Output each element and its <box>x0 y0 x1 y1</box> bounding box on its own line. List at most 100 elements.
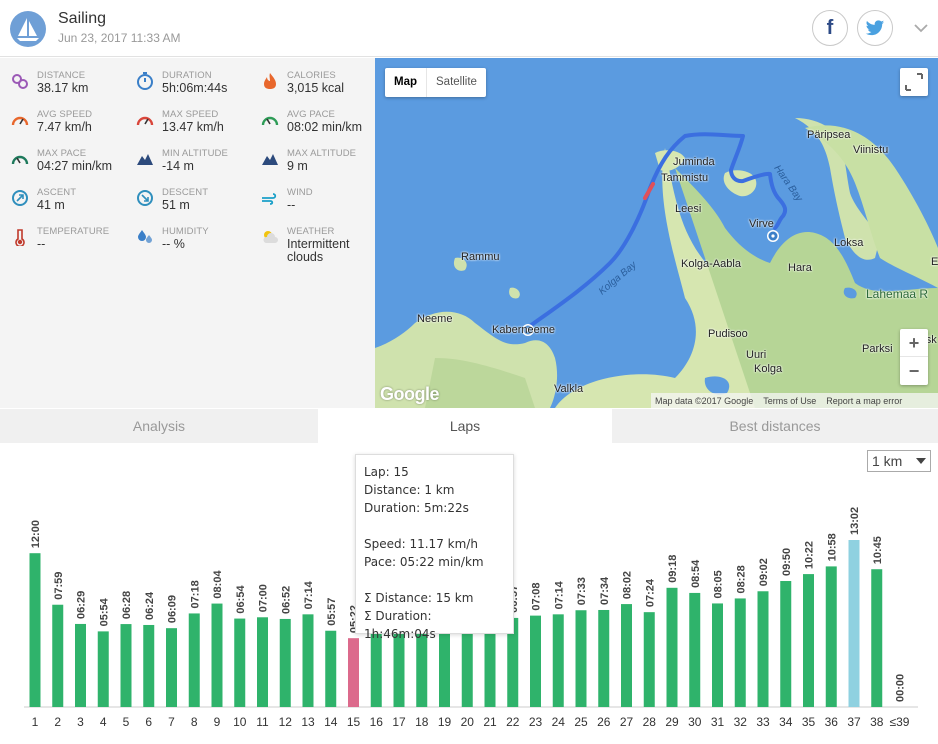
lap-bar[interactable] <box>234 618 246 707</box>
fullscreen-button[interactable] <box>900 68 928 96</box>
lap-bar[interactable] <box>143 624 155 707</box>
lap-bar[interactable] <box>348 638 359 707</box>
stat-distance: DISTANCE 38.17 km <box>0 70 125 109</box>
facebook-share-button[interactable]: f <box>812 10 848 46</box>
end-marker[interactable] <box>767 230 779 242</box>
lap-bar[interactable] <box>689 592 701 707</box>
twitter-share-button[interactable] <box>857 10 893 46</box>
lap-bar[interactable] <box>552 614 564 707</box>
lap-tick-label: 30 <box>688 715 702 729</box>
lap-bar[interactable] <box>97 631 109 707</box>
lap-bar-label: 07:14 <box>553 580 565 609</box>
lap-bar[interactable] <box>757 591 769 707</box>
lap-bar[interactable] <box>211 603 223 707</box>
stat-value: 41 m <box>37 198 65 212</box>
zoom-out-button[interactable]: − <box>900 357 928 385</box>
lap-bar[interactable] <box>734 598 746 707</box>
map-data-credit: Map data ©2017 Google <box>655 395 754 406</box>
report-error-link[interactable]: Report a map error <box>826 396 902 406</box>
wind-icon <box>262 193 277 205</box>
stat-value: 9 m <box>287 159 308 173</box>
sailboat-icon <box>10 11 46 47</box>
lap-bar[interactable] <box>279 618 291 707</box>
stopwatch-icon <box>137 72 153 90</box>
lap-bar[interactable] <box>325 630 337 707</box>
stat-calories: CALORIES 3,015 kcal <box>250 70 375 109</box>
lap-bar[interactable] <box>780 581 792 707</box>
lap-tick-label: 29 <box>665 715 679 729</box>
map-label: Viinistu <box>853 144 889 156</box>
tab-analysis[interactable]: Analysis <box>0 409 318 443</box>
zoom-in-button[interactable]: + <box>900 329 928 357</box>
satellite-button[interactable]: Satellite <box>427 68 486 97</box>
facebook-icon: f <box>826 16 834 39</box>
lap-bar[interactable] <box>530 615 541 707</box>
stat-humidity: HUMIDITY -- % <box>125 226 250 265</box>
lap-tick-label: 24 <box>552 715 566 729</box>
route-map[interactable]: Päripsea Viinistu Juminda Tammistu Leesi… <box>375 58 938 408</box>
lap-bar[interactable] <box>75 623 86 707</box>
lap-bar[interactable] <box>257 617 268 707</box>
lap-bar-label: 06:52 <box>280 586 292 614</box>
lap-bar[interactable] <box>871 569 883 707</box>
stat-value: 08:02 min/km <box>287 120 363 134</box>
map-button[interactable]: Map <box>385 68 427 97</box>
lap-bar-label: 09:02 <box>758 558 770 586</box>
lap-bar-label: 06:54 <box>235 585 247 614</box>
lap-bar-label: 09:50 <box>781 548 793 576</box>
lap-bar[interactable] <box>825 566 837 707</box>
stat-descent: DESCENT 51 m <box>125 187 250 226</box>
lap-bar[interactable] <box>166 628 177 707</box>
map-label: Kolga-Aabla <box>681 258 741 270</box>
lap-bar[interactable] <box>666 587 678 707</box>
lap-bar-label: 06:28 <box>121 591 133 619</box>
lap-bar[interactable] <box>302 614 314 707</box>
lap-bar-label: 10:45 <box>872 536 884 564</box>
stat-label: AVG PACE <box>287 109 335 120</box>
map-label: Loksa <box>834 237 864 249</box>
stat-value: -- <box>37 237 46 251</box>
expand-button[interactable] <box>910 18 932 38</box>
lap-bar-label: 08:02 <box>622 571 634 599</box>
lap-tick-label: ≤39 <box>890 715 910 729</box>
lap-bar[interactable] <box>712 603 723 707</box>
map-attribution: Map data ©2017 Google Terms of Use Repor… <box>651 393 938 408</box>
lap-bar-label: 06:29 <box>76 591 88 619</box>
map-type-control: Map Satellite <box>385 68 486 97</box>
lap-bar[interactable] <box>52 604 64 707</box>
tab-laps[interactable]: Laps <box>318 409 612 443</box>
lap-tick-label: 33 <box>756 715 770 729</box>
lap-bar[interactable] <box>120 624 132 707</box>
lap-bar[interactable] <box>803 574 814 707</box>
stat-value: -- <box>287 198 296 212</box>
google-logo[interactable]: Google <box>380 384 440 405</box>
chevron-down-icon <box>914 23 928 32</box>
lap-bar[interactable] <box>848 540 860 707</box>
lap-tick-label: 6 <box>145 715 152 729</box>
stat-value: -14 m <box>162 159 194 173</box>
stat-duration: DURATION 5h:06m:44s <box>125 70 250 109</box>
lap-tick-label: 8 <box>191 715 198 729</box>
partly-cloudy-icon <box>263 231 278 243</box>
lap-bar[interactable] <box>643 612 655 707</box>
stat-value: 38.17 km <box>37 81 89 95</box>
terms-link[interactable]: Terms of Use <box>763 396 816 406</box>
stat-label: AVG SPEED <box>37 109 93 120</box>
stat-min-altitude: MIN ALTITUDE -14 m <box>125 148 250 187</box>
lap-bar-label: 08:28 <box>735 565 747 593</box>
stat-label: DURATION <box>162 70 212 81</box>
lap-tick-label: 15 <box>347 715 361 729</box>
lap-bar[interactable] <box>29 553 41 707</box>
lap-tick-label: 12 <box>279 715 293 729</box>
lap-tick-label: 13 <box>301 715 315 729</box>
lap-bar[interactable] <box>598 609 610 707</box>
mountain-icon <box>137 154 153 165</box>
map-label: Kolga <box>754 363 783 375</box>
lap-tick-label: 25 <box>574 715 588 729</box>
lap-bar[interactable] <box>188 613 200 707</box>
lap-bar[interactable] <box>621 604 632 707</box>
lap-bar[interactable] <box>575 610 587 707</box>
lap-tick-label: 22 <box>506 715 520 729</box>
stat-label: MAX SPEED <box>162 109 219 120</box>
tab-best-distances[interactable]: Best distances <box>612 409 938 443</box>
